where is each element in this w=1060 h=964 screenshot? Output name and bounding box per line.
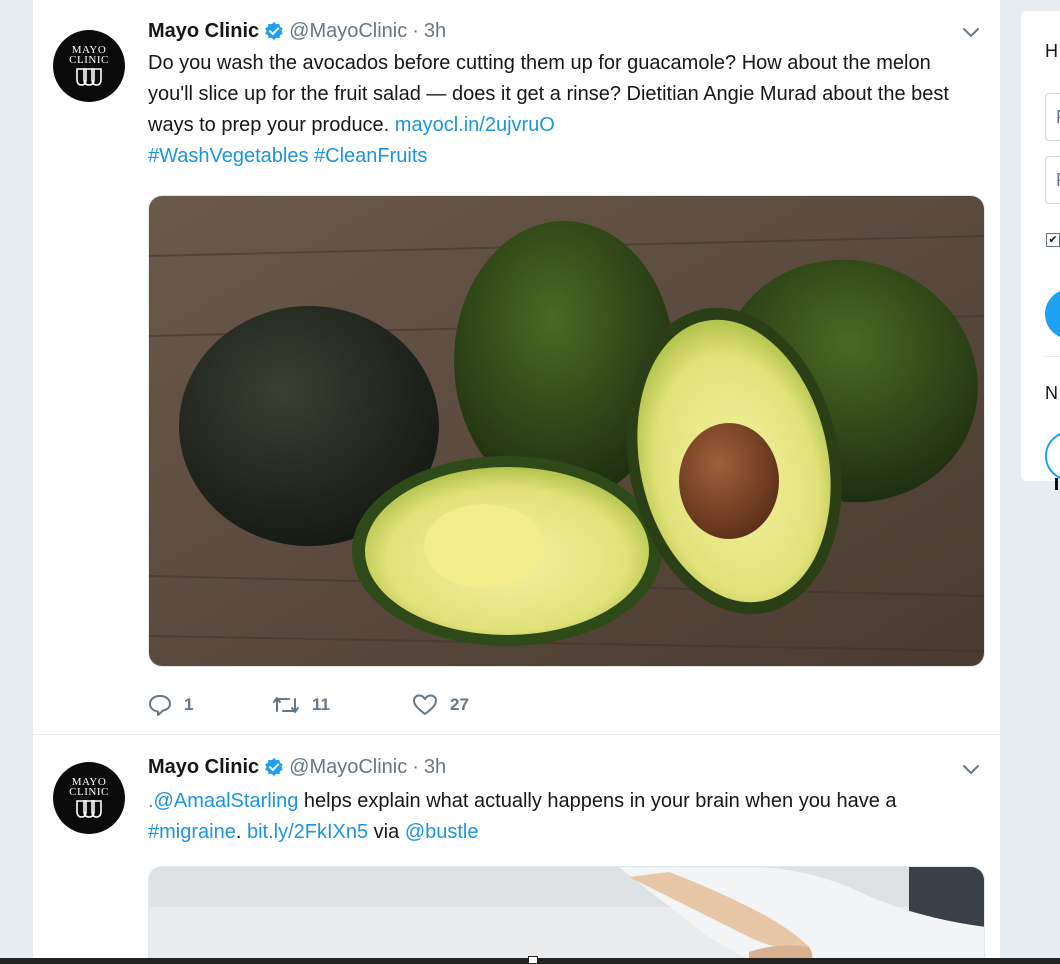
author-handle[interactable]: @MayoClinic <box>289 20 407 43</box>
retweet-button[interactable]: 11 <box>272 693 412 717</box>
tweet[interactable]: MAYO CLINIC Mayo Clinic @MayoClinic · 3h… <box>33 0 1000 735</box>
author-handle[interactable]: @MayoClinic <box>289 756 407 779</box>
retweet-icon <box>273 697 299 713</box>
reply-count: 1 <box>184 695 194 714</box>
author-name[interactable]: Mayo Clinic <box>148 756 259 779</box>
tweet-header: Mayo Clinic @MayoClinic · 3h <box>148 18 446 44</box>
hashtag-link[interactable]: #migraine <box>148 821 236 843</box>
retweet-count: 11 <box>312 695 330 714</box>
separator-dot: · <box>412 19 419 42</box>
mayo-shield-icon <box>76 68 102 86</box>
mention-link[interactable]: @bustle <box>405 821 479 843</box>
sidebar-checkbox[interactable]: ✔ <box>1046 233 1060 247</box>
avocado-photo[interactable] <box>148 195 985 667</box>
heart-icon <box>413 694 437 715</box>
like-button[interactable]: 27 <box>412 693 469 717</box>
tweet[interactable]: MAYO CLINIC Mayo Clinic @MayoClinic · 3h… <box>33 736 1000 964</box>
tweet-link[interactable]: bit.ly/2FkIXn5 <box>247 821 368 843</box>
avatar[interactable]: MAYO CLINIC <box>53 30 125 102</box>
author-name[interactable]: Mayo Clinic <box>148 20 259 43</box>
tweet-link[interactable]: mayocl.in/2ujvruO <box>395 114 555 136</box>
mayo-shield-icon <box>76 800 102 818</box>
bed-photo[interactable] <box>148 866 985 964</box>
sidebar-input-field[interactable]: F <box>1045 156 1060 204</box>
hashtag-link[interactable]: #WashVegetables <box>148 145 308 167</box>
like-count: 27 <box>450 695 469 714</box>
reply-icon <box>149 695 171 716</box>
avatar-logo-text: CLINIC <box>69 786 109 798</box>
sidebar-secondary-button[interactable] <box>1045 431 1060 481</box>
avatar[interactable]: MAYO CLINIC <box>53 762 125 834</box>
sidebar-primary-button[interactable] <box>1045 289 1060 339</box>
separator-dot: · <box>412 755 419 778</box>
mention-link[interactable]: .@AmaalStarling <box>148 790 298 812</box>
reply-button[interactable]: 1 <box>148 693 272 717</box>
avatar-logo-text: CLINIC <box>69 54 109 66</box>
tweet-timestamp[interactable]: 3h <box>424 20 446 43</box>
avocado-photo-image <box>149 196 984 666</box>
more-options-chevron-down-icon[interactable] <box>961 23 981 43</box>
verified-badge-icon <box>264 21 284 41</box>
tweet-header: Mayo Clinic @MayoClinic · 3h <box>148 754 446 780</box>
bed-photo-image <box>149 867 984 964</box>
twitter-page: MAYO CLINIC Mayo Clinic @MayoClinic · 3h… <box>0 0 1060 964</box>
tweet-text: .@AmaalStarling helps explain what actua… <box>148 786 978 848</box>
tweet-timestamp[interactable]: 3h <box>424 756 446 779</box>
verified-badge-icon <box>264 757 284 777</box>
tweet-actions: 1 11 27 <box>148 690 469 720</box>
sidebar-section-heading: N <box>1045 383 1058 403</box>
text-cursor-icon <box>1055 478 1058 490</box>
tweet-text-body: . <box>235 821 247 843</box>
sidebar-divider <box>1045 356 1060 357</box>
sidebar-heading: H <box>1045 41 1058 61</box>
tweet-text-body: helps explain what actually happens in y… <box>298 790 897 812</box>
more-options-chevron-down-icon[interactable] <box>961 760 981 780</box>
tweet-text-body: via <box>368 821 405 843</box>
hashtag-link[interactable]: #CleanFruits <box>314 145 427 167</box>
right-sidebar-panel: H F F ✔ N <box>1020 10 1060 482</box>
scroll-indicator[interactable] <box>528 956 538 964</box>
tweet-text: Do you wash the avocados before cutting … <box>148 48 978 172</box>
sidebar-input-field[interactable]: F <box>1045 93 1060 141</box>
timeline: MAYO CLINIC Mayo Clinic @MayoClinic · 3h… <box>32 0 1001 964</box>
